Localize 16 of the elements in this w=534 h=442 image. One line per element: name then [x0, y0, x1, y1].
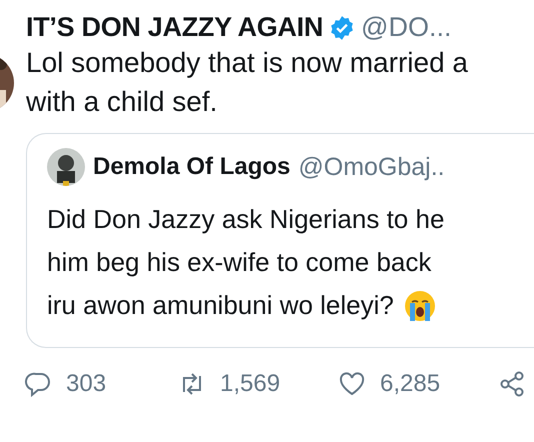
speech-bubble-icon: [24, 370, 52, 398]
share-button[interactable]: [498, 370, 526, 398]
quoted-tweet-text: him beg his ex-wife to come back: [47, 246, 432, 279]
retweet-button[interactable]: 1,569: [178, 370, 338, 398]
author-handle[interactable]: @DO...: [361, 12, 452, 43]
quoted-tweet-text: Did Don Jazzy ask Nigerians to he: [47, 203, 444, 236]
author-name: IT’S DON JAZZY AGAIN: [26, 12, 324, 43]
share-icon: [498, 370, 526, 398]
quoted-tweet-card[interactable]: Demola Of Lagos @OmoGbaj.. Did Don Jazzy ask Nigerians to he him beg his ex-wife to come back iru awon amunibuni wo leleyi?: [26, 133, 534, 348]
quoted-author-name: Demola Of Lagos: [93, 153, 290, 181]
quoted-tweet-text: iru awon amunibuni wo leleyi?: [47, 289, 394, 322]
tweet-text: Lol somebody that is now married a with a child sef.: [26, 46, 469, 119]
quoted-author-handle[interactable]: @OmoGbaj..: [298, 152, 445, 182]
like-button[interactable]: 6,285: [338, 370, 498, 398]
reply-button[interactable]: 303: [24, 370, 178, 398]
heart-icon: [338, 370, 366, 398]
